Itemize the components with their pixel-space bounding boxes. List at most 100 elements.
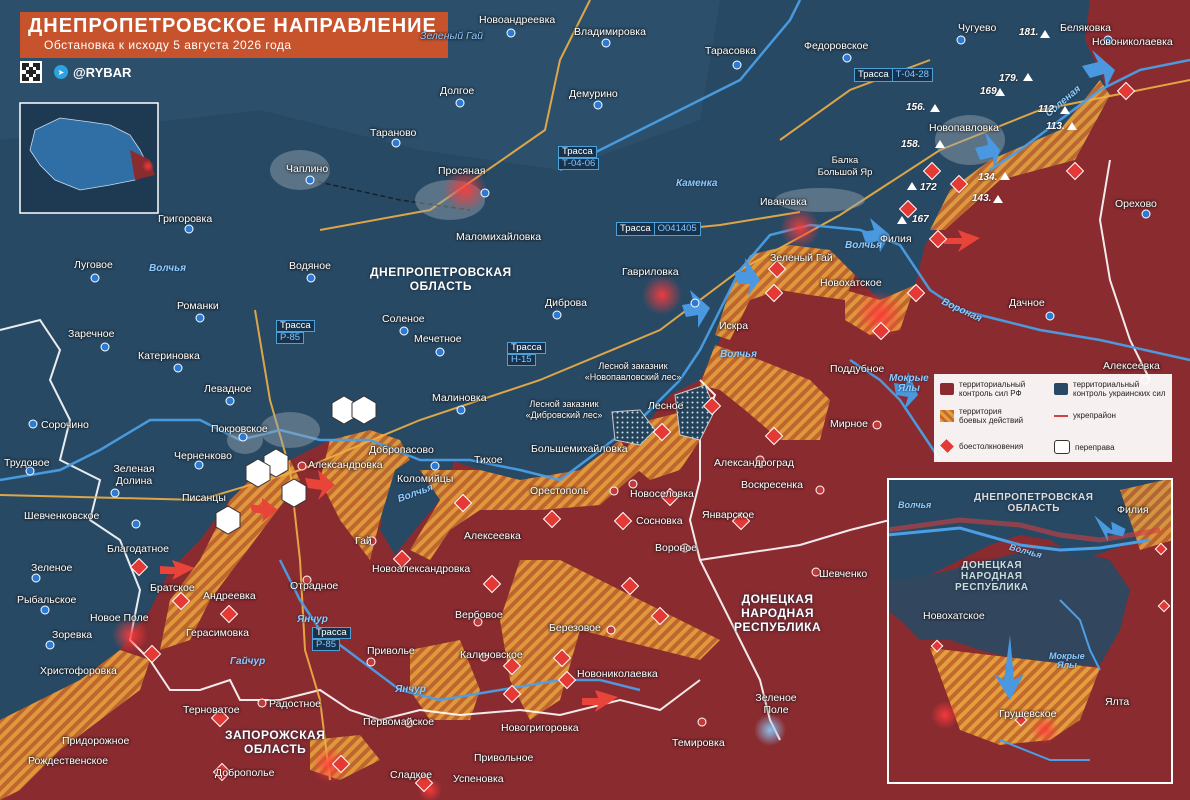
settlement-label: Большемихайловка: [531, 443, 628, 455]
height-label: 169.: [980, 86, 1000, 97]
settlement-label: Романки: [177, 300, 219, 312]
oblast-dnr: ДОНЕЦКАЯ НАРОДНАЯ РЕСПУБЛИКА: [734, 592, 822, 634]
inset-river-label: Волчья: [898, 500, 932, 510]
river-label: Волчья: [149, 263, 186, 274]
channel-handle[interactable]: @RYBAR: [73, 65, 131, 80]
height-label: 112.: [1038, 104, 1057, 115]
settlement-label: Январское: [702, 509, 755, 521]
settlement-label: Вороное: [655, 542, 697, 554]
settlement-label: Лесное: [648, 400, 684, 412]
settlement-label: Рождественское: [28, 755, 109, 767]
settlement-label: Заречное: [68, 328, 115, 340]
road-tag-t0428: Трасса Т-04-28: [854, 68, 933, 82]
settlement-label: Зеленый Гай: [770, 252, 833, 264]
inset-frame: ДНЕПРОПЕТРОВСКАЯ ОБЛАСТЬ ДОНЕЦКАЯ НАРОДН…: [887, 478, 1173, 784]
legend-crossing: переправа: [1054, 440, 1115, 454]
settlement-label: Чугуево: [958, 22, 997, 34]
settlement-label: Воскресенка: [741, 479, 803, 491]
height-label: 156.: [906, 102, 926, 113]
brand-bar: ➤ @RYBAR: [20, 60, 170, 84]
settlement-label: Владимировка: [574, 26, 646, 38]
page-subtitle: Обстановка к исходу 5 августа 2026 года: [44, 38, 292, 52]
page-title: ДНЕПРОПЕТРОВСКОЕ НАПРАВЛЕНИЕ: [28, 15, 437, 37]
settlement-label: Просяная: [438, 165, 486, 177]
preserve-label: Лесной заказник «Новопавловский лес»: [584, 361, 682, 382]
settlement-label: Беляковка: [1060, 22, 1111, 34]
settlement-label: Новогригоровка: [501, 722, 579, 734]
height-label: 143.: [972, 193, 992, 204]
settlement-label: Тараново: [370, 127, 417, 139]
settlement-label: Алексеевка: [464, 530, 521, 542]
road-tag-o041405: Трасса О041405: [616, 222, 701, 236]
settlement-label: Вербовое: [455, 609, 503, 621]
settlement-label: Шевченко: [819, 568, 868, 580]
settlement-label: Темировка: [672, 737, 725, 749]
settlement-label: Новохатское: [820, 277, 882, 289]
settlement-label: Тарасовка: [705, 45, 756, 57]
settlement-label: Мечетное: [414, 333, 462, 345]
settlement-label: Доброполье: [215, 767, 275, 779]
settlement-label: Христофоровка: [40, 665, 117, 677]
settlement-label: Тихое: [474, 454, 503, 466]
legend-fortline: укрепрайон: [1054, 411, 1116, 420]
settlement-label: Балка Большой Яр: [817, 155, 873, 178]
settlement-label: Алексеевка: [1103, 360, 1160, 372]
settlement-label: Новониколаевка: [1092, 36, 1173, 48]
inset-river-label: Мокрые Ялы: [1049, 651, 1085, 670]
settlement-label: Зеленое: [31, 562, 73, 574]
settlement-label: Придорожное: [62, 735, 130, 747]
settlement-label: Искра: [719, 320, 749, 332]
oblast-dnepr: ДНЕПРОПЕТРОВСКАЯ ОБЛАСТЬ: [370, 265, 512, 293]
settlement-label: Братское: [150, 582, 195, 594]
settlement-label: Черненково: [174, 450, 232, 462]
settlement-label: Поддубное: [830, 363, 885, 375]
settlement-label: Новопавловка: [929, 122, 999, 134]
settlement-label: Андреевка: [203, 590, 256, 602]
river-label: Гайчур: [230, 656, 266, 667]
settlement-label: Новоселовка: [630, 488, 694, 500]
height-label: 167: [912, 214, 929, 225]
river-label: Янчур: [297, 614, 328, 625]
settlement-label: Покровское: [211, 423, 268, 435]
inset-label-grushevskoe: Грушевское: [999, 708, 1057, 720]
inset-label-filiya: Филия: [1117, 504, 1149, 516]
river-label: Мокрые Ялы: [889, 373, 929, 394]
map-legend: территориальный контроль сил РФ территор…: [934, 374, 1172, 462]
settlement-label: Новоалександровка: [372, 563, 471, 575]
settlement-label: Маломихайловка: [456, 231, 542, 243]
settlement-label: Приволье: [367, 645, 415, 657]
qr-code-icon[interactable]: [20, 61, 42, 83]
settlement-label: Герасимовка: [186, 627, 249, 639]
oblast-zap: ЗАПОРОЖСКАЯ ОБЛАСТЬ: [225, 728, 326, 756]
settlement-label: Привольное: [474, 752, 534, 764]
legend-ru: территориальный контроль сил РФ: [940, 380, 1025, 398]
settlement-label: Чаплино: [286, 163, 329, 175]
road-tag-t0406: Трасса Т-04-06: [558, 146, 600, 170]
settlement-label: Успеновка: [453, 773, 504, 785]
settlement-label: Благодатное: [107, 543, 169, 555]
overview-map: [19, 102, 159, 214]
settlement-label: Сосновка: [636, 515, 683, 527]
settlement-label: Сладкое: [390, 769, 433, 781]
height-label: 172: [920, 182, 937, 193]
settlement-label: Мирное: [830, 418, 868, 430]
legend-contested: территория боевых действий: [940, 407, 1023, 425]
road-tag-r85a: Трасса Р-85: [276, 320, 315, 344]
settlement-label: Зоревка: [52, 629, 93, 641]
telegram-icon[interactable]: ➤: [54, 65, 68, 79]
settlement-label: Писанцы: [182, 492, 226, 504]
settlement-label: Диброва: [545, 297, 587, 309]
settlement-label: Соленое: [382, 313, 425, 325]
river-label: Волчья: [845, 240, 882, 251]
river-label: Янчур: [395, 684, 426, 695]
settlement-label: Филия: [880, 233, 912, 245]
settlement-label: Рыбальское: [17, 594, 77, 606]
settlement-label: Шевченковское: [24, 510, 100, 522]
river-label: Каменка: [676, 178, 718, 189]
settlement-label: Новониколаевка: [577, 668, 658, 680]
height-label: 158.: [901, 139, 921, 150]
settlement-label: Водяное: [289, 260, 331, 272]
settlement-label: Терноватое: [183, 704, 240, 716]
settlement-label: Добропасово: [369, 444, 434, 456]
settlement-label: Новое Поле: [90, 612, 149, 624]
